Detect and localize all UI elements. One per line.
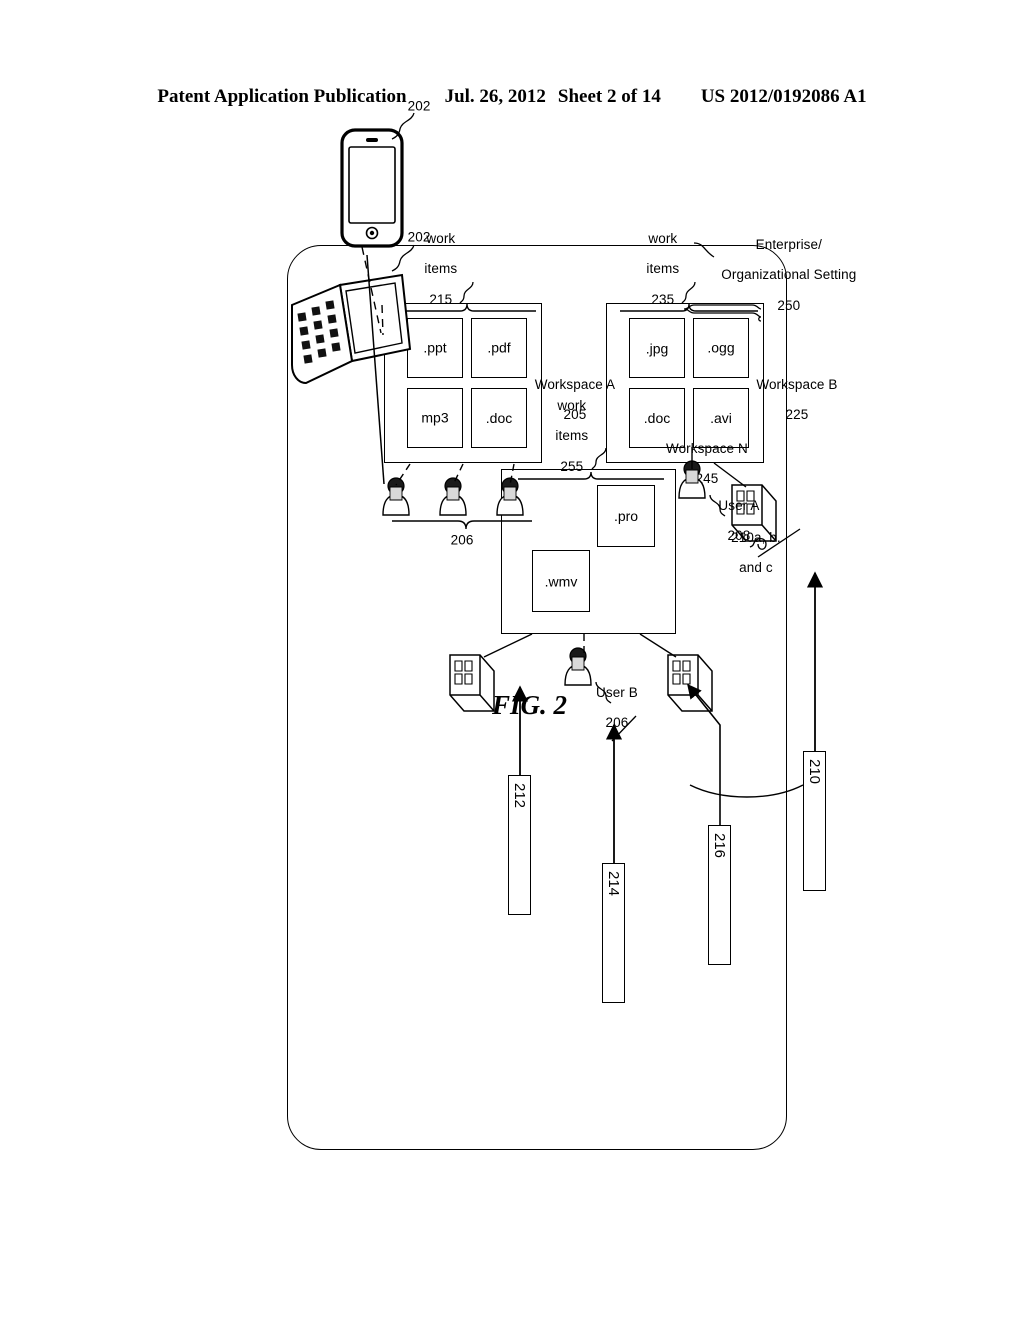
figure-canvas: Enterprise/ Organizational Setting 250 .…	[162, 98, 862, 1245]
header-sheet: Sheet 2 of 14	[557, 86, 661, 107]
header-doc-number: US 2012/0192086 A1	[700, 86, 867, 107]
figure-stage: Enterprise/ Organizational Setting 250 .…	[0, 98, 1024, 1280]
header-publication: Patent Application Publication	[157, 86, 407, 107]
phone-ref-label: 202	[407, 98, 431, 114]
page-header: Patent Application Publication Jul. 26, 2…	[0, 86, 1024, 108]
header-date: Jul. 26, 2012	[444, 86, 546, 107]
figure-caption: FIG. 2	[492, 690, 568, 720]
